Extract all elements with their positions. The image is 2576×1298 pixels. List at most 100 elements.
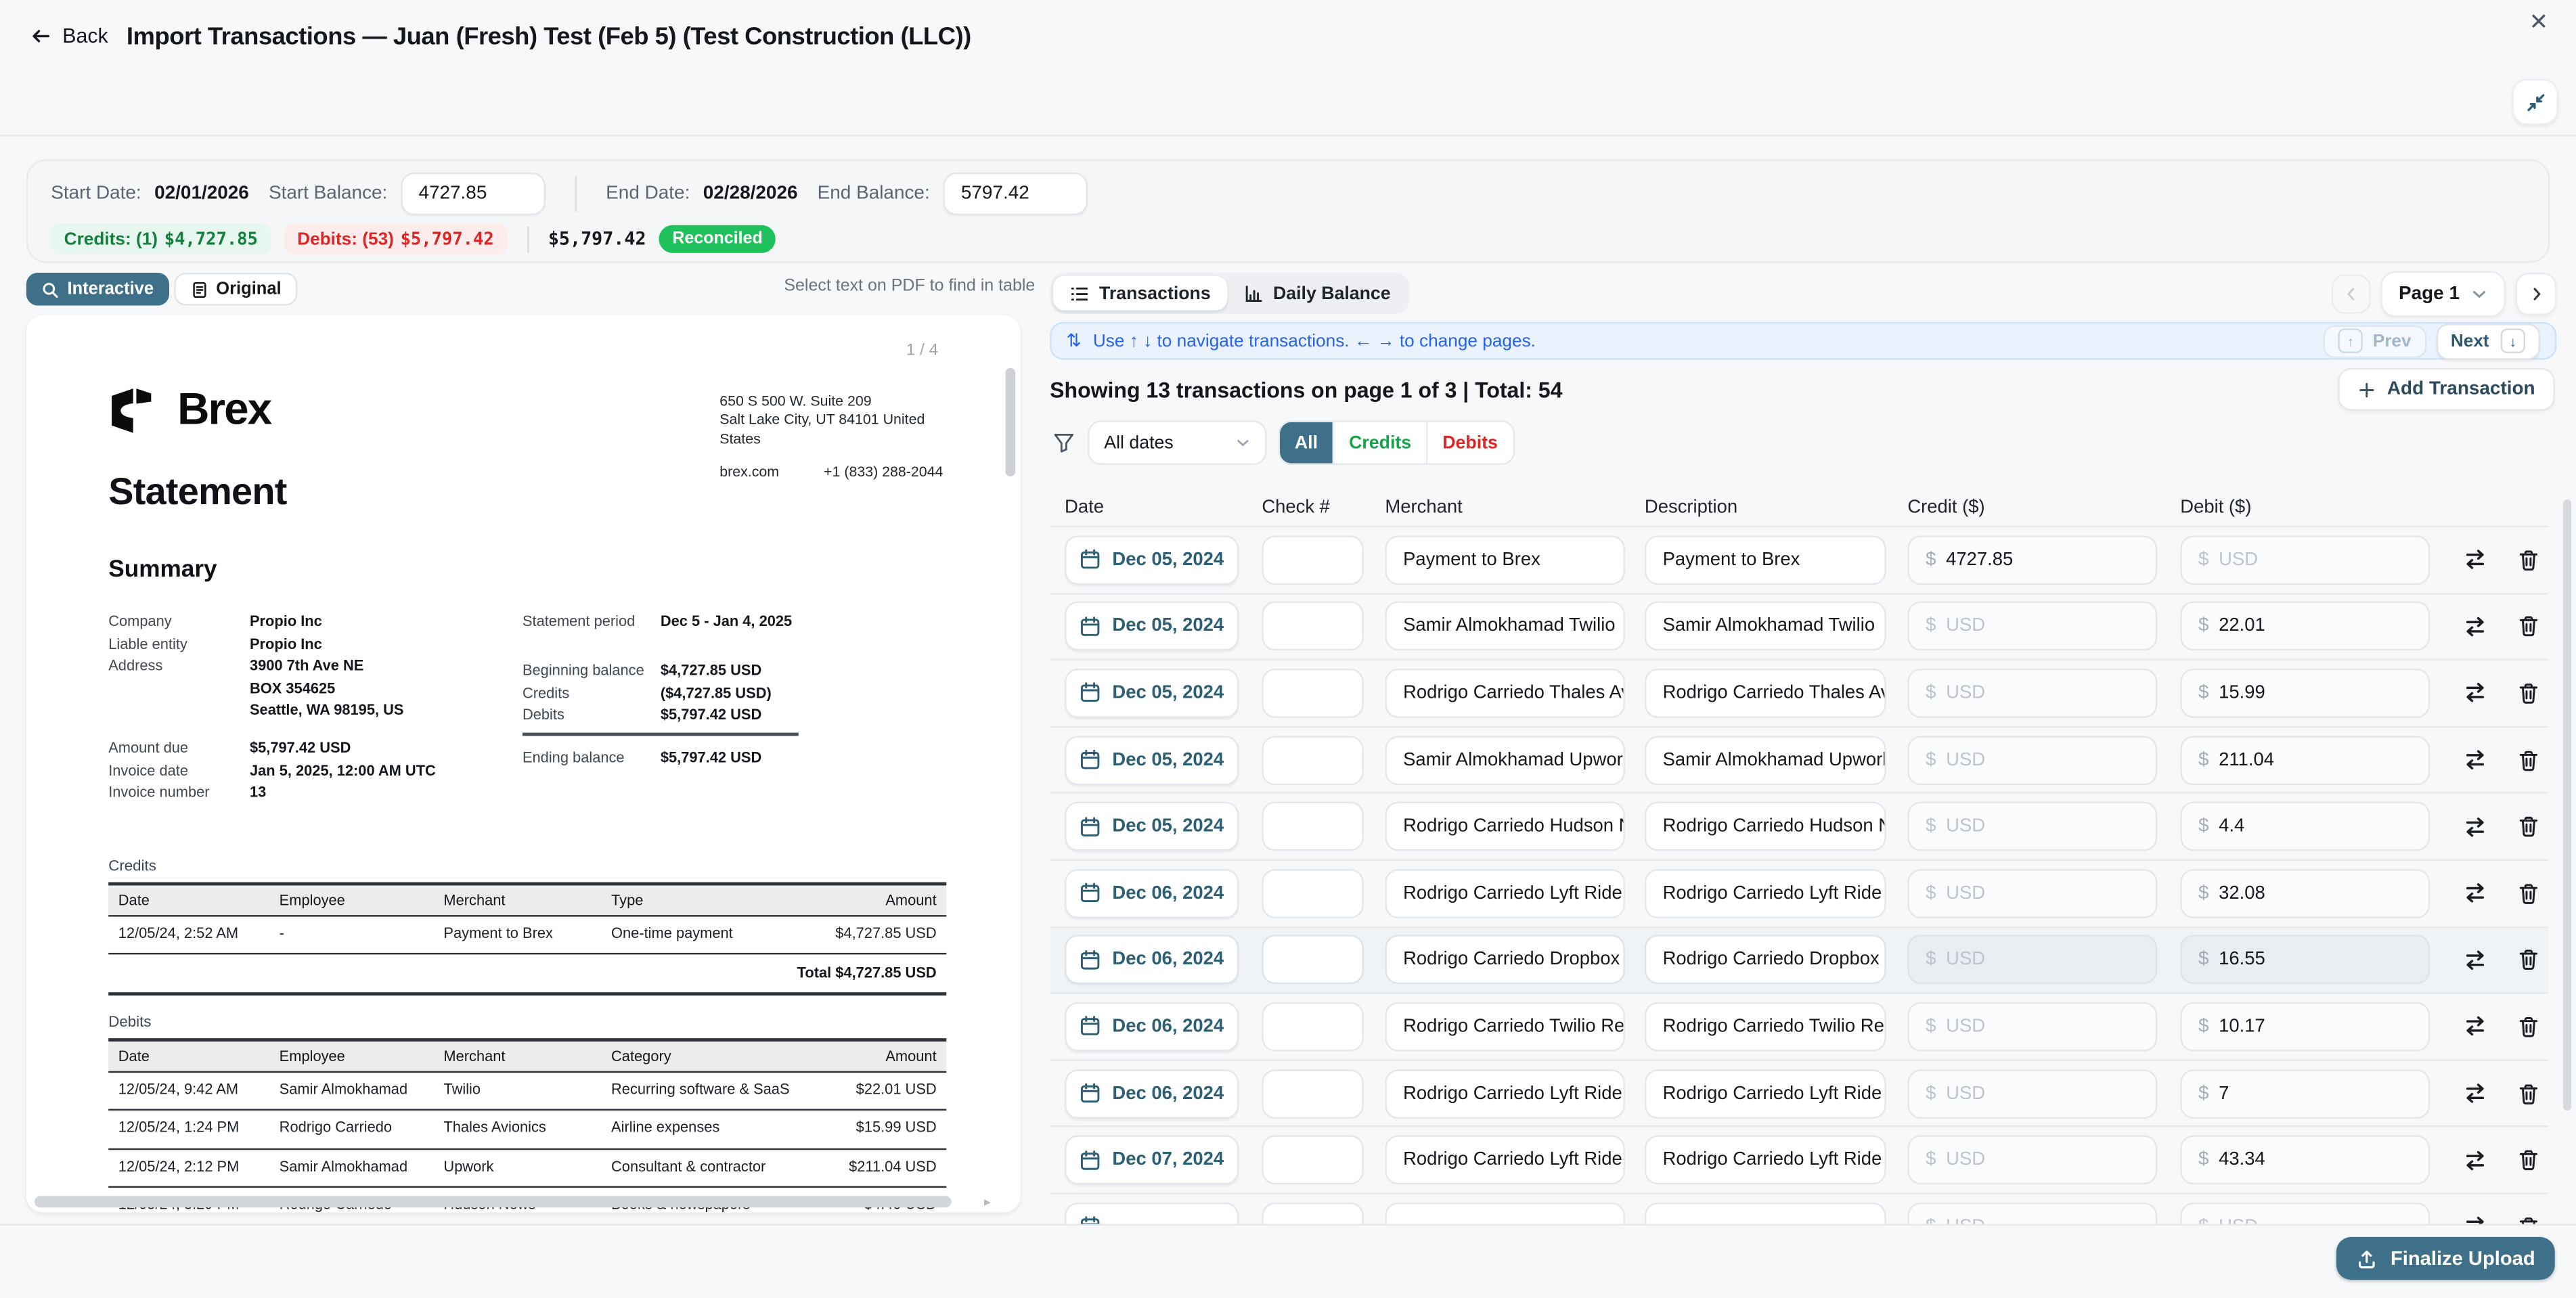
description-input[interactable]: Rodrigo Carriedo Thales Avionics [1645, 669, 1886, 718]
delete-row-icon[interactable] [2514, 1012, 2544, 1042]
merchant-input[interactable]: Rodrigo Carriedo Dropbox [1385, 935, 1624, 985]
merchant-input[interactable]: Rodrigo Carriedo Lyft Ride [1385, 1069, 1624, 1118]
debit-input[interactable]: $22.01 [2180, 602, 2430, 651]
description-input[interactable]: Rodrigo Carriedo Dropbox [1645, 935, 1886, 985]
check-number-input[interactable] [1262, 669, 1364, 718]
next-page-button[interactable] [2516, 273, 2557, 315]
swap-credit-debit-icon[interactable] [2460, 612, 2489, 642]
check-number-input[interactable] [1262, 535, 1364, 585]
merchant-input[interactable]: Samir Almokhamad Twilio [1385, 602, 1624, 651]
next-transaction-button[interactable]: Next ↓ [2436, 323, 2540, 359]
description-input[interactable]: Rodrigo Carriedo Twilio Re [1645, 1002, 1886, 1052]
debit-input[interactable]: $211.04 [2180, 735, 2430, 784]
delete-row-icon[interactable] [2514, 878, 2544, 908]
date-input[interactable]: Dec 05, 2024 [1065, 602, 1239, 651]
credit-input[interactable]: $USD [1907, 869, 2157, 918]
scrollbar-thumb[interactable] [35, 1196, 952, 1207]
original-view-button[interactable]: Original [173, 273, 298, 306]
collapse-view-button[interactable] [2512, 79, 2558, 125]
swap-credit-debit-icon[interactable] [2460, 545, 2489, 575]
date-input[interactable]: Dec 06, 2024 [1065, 1002, 1239, 1052]
transactions-list[interactable]: Dec 05, 2024 Payment to Brex Payment to … [1050, 526, 2548, 1226]
swap-credit-debit-icon[interactable] [2460, 745, 2489, 775]
interactive-view-button[interactable]: Interactive [26, 273, 169, 306]
debit-input[interactable]: $7 [2180, 1069, 2430, 1118]
debit-input[interactable]: $43.34 [2180, 1136, 2430, 1185]
check-number-input[interactable] [1262, 802, 1364, 851]
end-balance-input[interactable]: 5797.42 [943, 173, 1088, 215]
delete-row-icon[interactable] [2514, 679, 2544, 709]
pdf-viewer[interactable]: 1 / 4 Brex 650 S 500 W. Suite 209 Salt L… [26, 315, 1021, 1212]
delete-row-icon[interactable] [2514, 1079, 2544, 1109]
pdf-vertical-scrollbar[interactable] [1006, 322, 1016, 1173]
swap-credit-debit-icon[interactable] [2460, 945, 2489, 975]
credit-input[interactable]: $USD [1907, 735, 2157, 784]
credit-input[interactable]: $USD [1907, 802, 2157, 851]
credit-input[interactable]: $USD [1907, 669, 2157, 718]
date-input[interactable]: Dec 05, 2024 [1065, 669, 1239, 718]
merchant-input[interactable]: Rodrigo Carriedo Twilio Re [1385, 1002, 1624, 1052]
description-input[interactable]: Rodrigo Carriedo Lyft Ride [1645, 1136, 1886, 1185]
previous-page-button[interactable] [2331, 274, 2370, 313]
tab-transactions[interactable]: Transactions [1053, 276, 1227, 311]
date-input[interactable]: Dec 07, 2024 [1065, 1136, 1239, 1185]
date-input[interactable]: Dec 05, 2024 [1065, 802, 1239, 851]
filter-debits-button[interactable]: Debits [1426, 422, 1513, 464]
description-input[interactable]: Rodrigo Carriedo Lyft Ride [1645, 869, 1886, 918]
date-input[interactable]: Dec 05, 2024 [1065, 535, 1239, 585]
credit-input[interactable]: $USD [1907, 1202, 2157, 1226]
credit-input[interactable]: $4727.85 [1907, 535, 2157, 585]
check-number-input[interactable] [1262, 1069, 1364, 1118]
debit-input[interactable]: $10.17 [2180, 1002, 2430, 1052]
filter-funnel-icon[interactable] [1053, 432, 1075, 453]
swap-credit-debit-icon[interactable] [2460, 679, 2489, 709]
debit-input[interactable]: $15.99 [2180, 669, 2430, 718]
credit-input[interactable]: $USD [1907, 1069, 2157, 1118]
filter-all-button[interactable]: All [1280, 422, 1333, 464]
delete-row-icon[interactable] [2514, 812, 2544, 842]
add-transaction-button[interactable]: Add Transaction [2338, 368, 2555, 411]
swap-credit-debit-icon[interactable] [2460, 1012, 2489, 1042]
merchant-input[interactable]: Payment to Brex [1385, 535, 1624, 585]
swap-credit-debit-icon[interactable] [2460, 1079, 2489, 1109]
date-input[interactable]: Dec 06, 2024 [1065, 869, 1239, 918]
description-input[interactable]: Rodrigo Carriedo Hudson News [1645, 802, 1886, 851]
debit-input[interactable]: $USD [2180, 535, 2430, 585]
page-dropdown[interactable]: Page 1 [2380, 271, 2506, 317]
scroll-right-arrow-icon[interactable]: ▸ [984, 1194, 991, 1209]
description-input[interactable]: Rodrigo Carriedo Lyft Ride [1645, 1069, 1886, 1118]
description-input[interactable] [1645, 1202, 1886, 1226]
scrollbar-thumb[interactable] [1006, 368, 1016, 476]
start-balance-input[interactable]: 4727.85 [401, 173, 546, 215]
check-number-input[interactable] [1262, 1136, 1364, 1185]
credit-input[interactable]: $USD [1907, 1136, 2157, 1185]
date-input[interactable]: Dec 06, 2024 [1065, 1069, 1239, 1118]
check-number-input[interactable] [1262, 735, 1364, 784]
swap-credit-debit-icon[interactable] [2460, 812, 2489, 842]
tab-daily-balance[interactable]: Daily Balance [1227, 276, 1407, 311]
swap-credit-debit-icon[interactable] [2460, 878, 2489, 908]
debit-input[interactable]: $16.55 [2180, 935, 2430, 985]
filter-credits-button[interactable]: Credits [1333, 422, 1426, 464]
credit-input[interactable]: $USD [1907, 1002, 2157, 1052]
delete-row-icon[interactable] [2514, 945, 2544, 975]
merchant-input[interactable]: Rodrigo Carriedo Thales Avionics [1385, 669, 1624, 718]
check-number-input[interactable] [1262, 935, 1364, 985]
scrollbar-thumb[interactable] [2563, 499, 2571, 1111]
description-input[interactable]: Payment to Brex [1645, 535, 1886, 585]
back-button[interactable]: Back [30, 24, 108, 47]
check-number-input[interactable] [1262, 1202, 1364, 1226]
debit-input[interactable]: $4.4 [2180, 802, 2430, 851]
check-number-input[interactable] [1262, 869, 1364, 918]
check-number-input[interactable] [1262, 1002, 1364, 1052]
debit-input[interactable]: $USD [2180, 1202, 2430, 1226]
delete-row-icon[interactable] [2514, 545, 2544, 575]
description-input[interactable]: Samir Almokhamad Upwork [1645, 735, 1886, 784]
prev-transaction-button[interactable]: ↑ Prev [2324, 324, 2426, 357]
delete-row-icon[interactable] [2514, 745, 2544, 775]
check-number-input[interactable] [1262, 602, 1364, 651]
transactions-scrollbar[interactable] [2563, 489, 2571, 1224]
credit-input[interactable]: $USD [1907, 935, 2157, 985]
delete-row-icon[interactable] [2514, 612, 2544, 642]
pdf-horizontal-scrollbar[interactable]: ▸ [31, 1196, 991, 1207]
